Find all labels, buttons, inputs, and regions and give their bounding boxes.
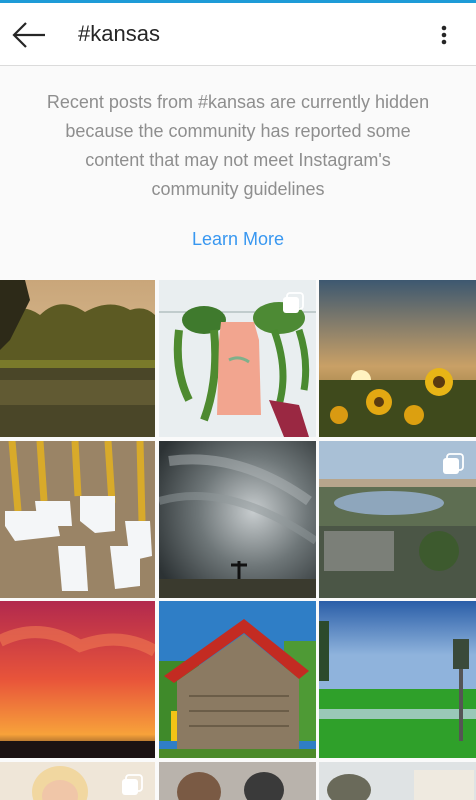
post-thumbnail-barn[interactable] [159, 601, 316, 758]
vertical-ellipsis-icon [441, 25, 447, 45]
post-grid [0, 280, 476, 800]
sunflowers-image [319, 280, 476, 437]
outdoors-image [319, 762, 476, 800]
post-thumbnail-crowd[interactable] [319, 441, 476, 598]
post-thumbnail-sunflowers[interactable] [319, 280, 476, 437]
app-bar: #kansas [0, 3, 476, 66]
post-thumbnail-pond[interactable] [0, 280, 155, 437]
pond-image [0, 280, 155, 437]
post-thumbnail-plants[interactable] [159, 280, 316, 437]
post-thumbnail-group[interactable] [159, 762, 316, 800]
post-thumbnail-outdoors[interactable] [319, 762, 476, 800]
sunset-image [0, 601, 155, 758]
post-thumbnail-storm[interactable] [159, 441, 316, 598]
back-button[interactable] [8, 15, 50, 55]
multiple-photos-icon [121, 774, 143, 796]
post-thumbnail-ornaments[interactable] [0, 441, 155, 598]
more-options-button[interactable] [430, 17, 458, 53]
barn-image [159, 601, 316, 758]
post-thumbnail-woman[interactable] [0, 762, 155, 800]
learn-more-link[interactable]: Learn More [0, 229, 476, 250]
group-image [159, 762, 316, 800]
hidden-posts-notice: Recent posts from #kansas are currently … [46, 92, 430, 199]
multiple-photos-icon [282, 292, 304, 314]
arrow-left-icon [12, 22, 45, 48]
post-thumbnail-field[interactable] [319, 601, 476, 758]
ornaments-image [0, 441, 155, 598]
post-thumbnail-sunset[interactable] [0, 601, 155, 758]
field-image [319, 601, 476, 758]
hashtag-title: #kansas [78, 21, 160, 46]
multiple-photos-icon [442, 453, 464, 475]
storm-image [159, 441, 316, 598]
